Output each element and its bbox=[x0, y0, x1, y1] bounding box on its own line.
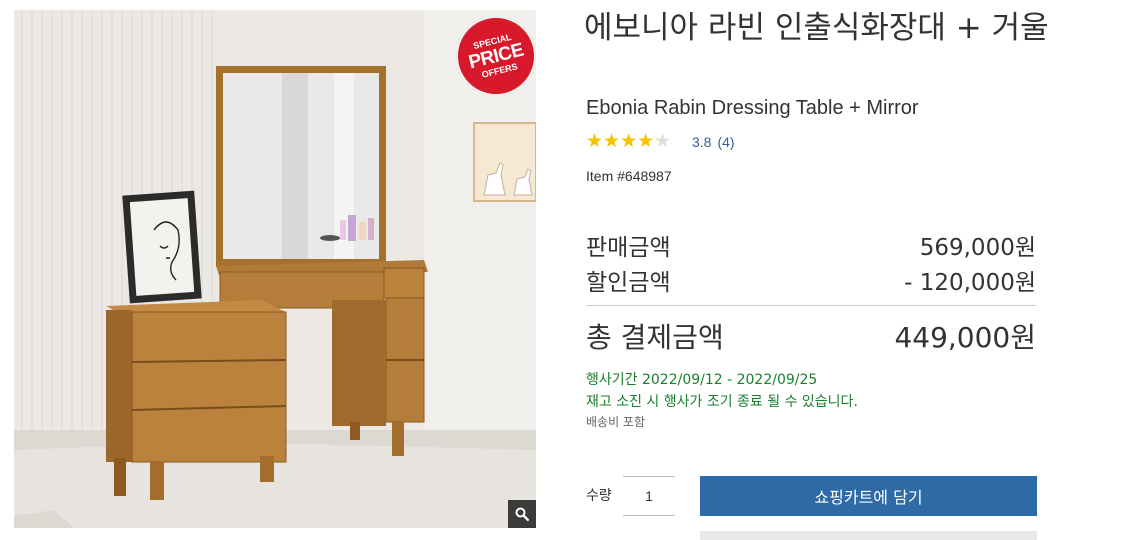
promotion-notice: 재고 소진 시 행사가 조기 종료 될 수 있습니다. bbox=[586, 394, 858, 410]
discount-row: 할인금액 - 120,000원 bbox=[586, 263, 1036, 297]
star-icon-filled: ★★★★★ bbox=[586, 132, 657, 152]
total-price-value: 449,000원 bbox=[894, 321, 1036, 354]
sale-price-value: 569,000원 bbox=[919, 235, 1036, 261]
star-rating: ★★★★★ ★★★★★ bbox=[586, 132, 680, 152]
magnifier-icon bbox=[515, 507, 529, 521]
product-image[interactable]: SPECIAL PRICE OFFERS bbox=[14, 10, 536, 528]
review-count[interactable]: (4) bbox=[717, 134, 734, 150]
sale-price-row: 판매금액 569,000원 bbox=[586, 228, 1036, 262]
secondary-button[interactable] bbox=[700, 531, 1037, 540]
discount-value: - 120,000원 bbox=[904, 270, 1036, 296]
zoom-button[interactable] bbox=[508, 500, 536, 528]
product-title-korean: 에보니아 라빈 인출식화장대 + 거울 bbox=[584, 10, 1049, 46]
product-rating[interactable]: ★★★★★ ★★★★★ 3.8 (4) bbox=[586, 132, 735, 152]
product-photo bbox=[14, 10, 536, 528]
quantity-label: 수량 bbox=[586, 488, 612, 504]
add-to-cart-button[interactable]: 쇼핑카트에 담기 bbox=[700, 476, 1037, 516]
product-title-english: Ebonia Rabin Dressing Table + Mirror bbox=[586, 97, 919, 119]
shipping-info: 배송비 포함 bbox=[586, 415, 646, 429]
discount-label: 할인금액 bbox=[586, 270, 671, 296]
promotion-period: 행사기간 2022/09/12 - 2022/09/25 bbox=[586, 372, 818, 388]
price-divider bbox=[586, 305, 1036, 306]
sale-price-label: 판매금액 bbox=[586, 235, 671, 261]
total-price-label: 총 결제금액 bbox=[586, 321, 724, 354]
total-price-row: 총 결제금액 449,000원 bbox=[586, 316, 1036, 356]
rating-score[interactable]: 3.8 bbox=[692, 134, 711, 150]
item-number: Item #648987 bbox=[586, 168, 672, 184]
quantity-input[interactable] bbox=[623, 476, 675, 516]
